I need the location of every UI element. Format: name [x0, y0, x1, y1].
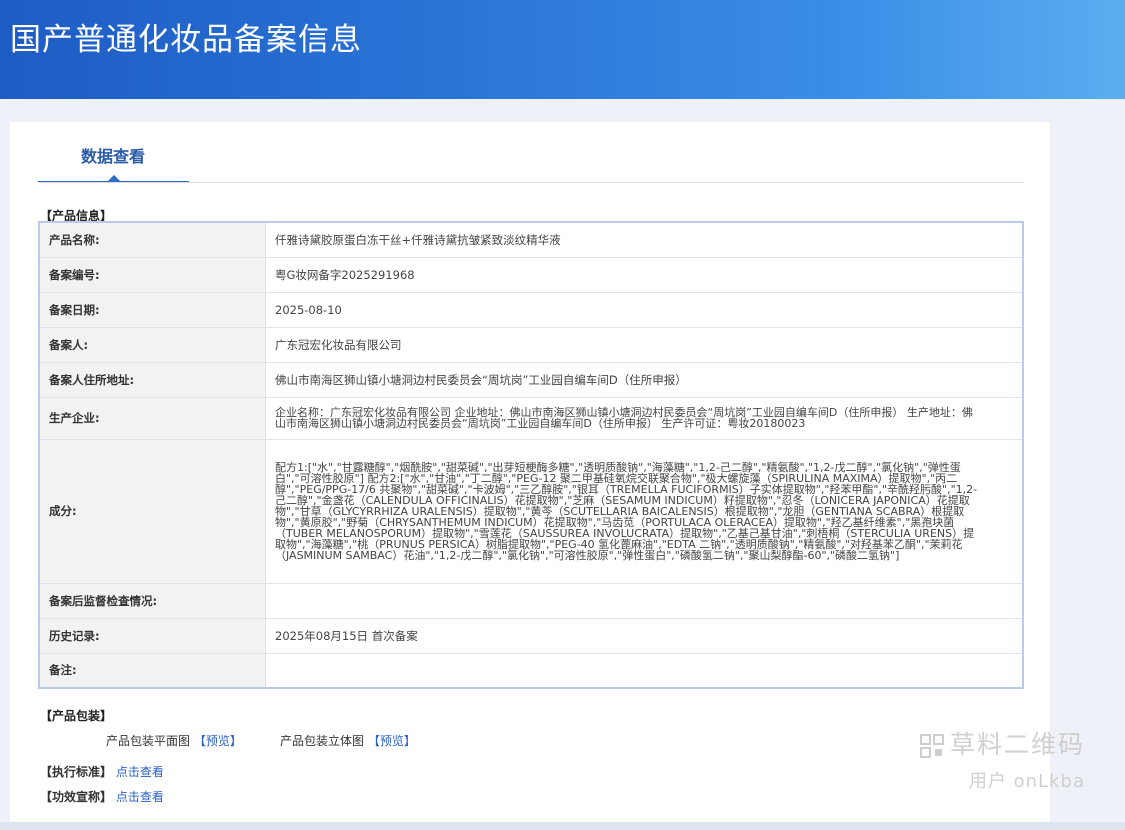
standard-view-link[interactable]: 点击查看 [116, 765, 164, 779]
standard-label: 【执行标准】 [40, 765, 113, 779]
row-label: 生产企业: [38, 396, 266, 440]
registrant-address-value: 佛山市南海区狮山镇小塘洞边村民委员会“周坑岗”工业园自编车间D（住所申报） [265, 361, 1024, 398]
table-row: 备案编号: 粤G妆网备字2025291968 [38, 256, 1024, 293]
remarks-value [265, 652, 1024, 689]
packaging-solid-preview-link[interactable]: 【预览】 [368, 734, 416, 748]
table-row: 备注: [38, 652, 1024, 689]
table-row: 历史记录: 2025年08月15日 首次备案 [38, 617, 1024, 654]
header-banner: 国产普通化妆品备案信息 [0, 0, 1125, 99]
packaging-solid-label: 产品包装立体图 [280, 734, 365, 748]
table-row: 备案人: 广东冠宏化妆品有限公司 [38, 326, 1024, 363]
efficacy-label: 【功效宣称】 [40, 790, 113, 804]
row-label: 历史记录: [38, 617, 266, 654]
row-label: 成分: [38, 438, 266, 584]
table-row: 备案日期: 2025-08-10 [38, 291, 1024, 328]
efficacy-view-link[interactable]: 点击查看 [116, 790, 164, 804]
watermark-user: 用户 onLkba [968, 771, 1085, 792]
registrant-value: 广东冠宏化妆品有限公司 [265, 326, 1024, 363]
content-panel: 数据查看 【产品信息】 产品名称: 仟雅诗黛胶原蛋白冻干丝+仟雅诗黛抗皱紧致淡纹… [10, 122, 1050, 822]
table-row: 生产企业: 企业名称：广东冠宏化妆品有限公司 企业地址：佛山市南海区狮山镇小塘洞… [38, 396, 1024, 440]
packaging-heading: 【产品包装】 [40, 709, 113, 723]
supervision-value [265, 582, 1024, 619]
ingredients-value: 配方1:["水","甘露糖醇","烟酰胺","甜菜碱","出芽短梗酶多糖","透… [265, 438, 1024, 584]
packaging-flat-row: 产品包装平面图 【预览】 [106, 732, 242, 749]
row-label: 备案日期: [38, 291, 266, 328]
row-label: 产品名称: [38, 221, 266, 258]
product-info-table: 产品名称: 仟雅诗黛胶原蛋白冻干丝+仟雅诗黛抗皱紧致淡纹精华液 备案编号: 粤G… [38, 221, 1024, 689]
manufacturer-value: 企业名称：广东冠宏化妆品有限公司 企业地址：佛山市南海区狮山镇小塘洞边村民委员会… [265, 396, 1024, 440]
row-label: 备注: [38, 652, 266, 689]
table-row: 产品名称: 仟雅诗黛胶原蛋白冻干丝+仟雅诗黛抗皱紧致淡纹精华液 [38, 221, 1024, 258]
registration-date-value: 2025-08-10 [265, 291, 1024, 328]
watermark: 草料二维码 用户 onLkba [919, 725, 1085, 793]
packaging-flat-label: 产品包装平面图 [106, 734, 191, 748]
bottom-bar [0, 822, 1125, 830]
packaging-solid-row: 产品包装立体图 【预览】 [280, 732, 416, 749]
watermark-brand: 草料二维码 [949, 730, 1085, 759]
row-label: 备案人: [38, 326, 266, 363]
qr-code-icon [919, 734, 944, 758]
row-label: 备案后监督检查情况: [38, 582, 266, 619]
table-row: 备案后监督检查情况: [38, 582, 1024, 619]
registration-number-value: 粤G妆网备字2025291968 [265, 256, 1024, 293]
product-name-value: 仟雅诗黛胶原蛋白冻干丝+仟雅诗黛抗皱紧致淡纹精华液 [265, 221, 1024, 258]
standard-row: 【执行标准】 点击查看 [40, 763, 164, 780]
row-label: 备案人住所地址: [38, 361, 266, 398]
packaging-flat-preview-link[interactable]: 【预览】 [194, 734, 242, 748]
history-value: 2025年08月15日 首次备案 [265, 617, 1024, 654]
tab-pointer-icon [108, 175, 120, 181]
table-row: 备案人住所地址: 佛山市南海区狮山镇小塘洞边村民委员会“周坑岗”工业园自编车间D… [38, 361, 1024, 398]
page-title: 国产普通化妆品备案信息 [10, 22, 362, 58]
table-row: 成分: 配方1:["水","甘露糖醇","烟酰胺","甜菜碱","出芽短梗酶多糖… [38, 438, 1024, 584]
efficacy-row: 【功效宣称】 点击查看 [40, 788, 164, 805]
row-label: 备案编号: [38, 256, 266, 293]
tab-divider [38, 182, 1023, 183]
